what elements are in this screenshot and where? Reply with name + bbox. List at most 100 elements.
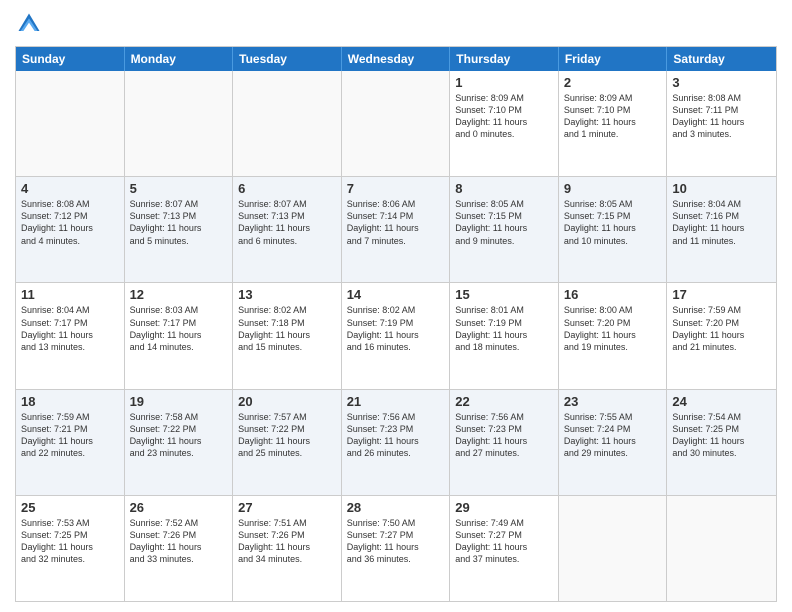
calendar-cell: 4Sunrise: 8:08 AM Sunset: 7:12 PM Daylig…	[16, 177, 125, 282]
day-number: 3	[672, 75, 771, 90]
cell-info: Sunrise: 7:53 AM Sunset: 7:25 PM Dayligh…	[21, 517, 119, 566]
calendar-row: 1 Sunrise: 8:09 AM Sunset: 7:10 PM Daylig…	[16, 71, 776, 177]
calendar-cell: 19 Sunrise: 7:58 AM Sunset: 7:22 PM Dayli…	[125, 390, 234, 495]
weekday-header: Saturday	[667, 47, 776, 71]
calendar-cell: 20Sunrise: 7:57 AM Sunset: 7:22 PM Dayli…	[233, 390, 342, 495]
cell-info: Sunrise: 8:09 AM Sunset: 7:10 PM Dayligh…	[564, 92, 662, 141]
weekday-header: Sunday	[16, 47, 125, 71]
cell-info: Sunrise: 7:52 AM Sunset: 7:26 PM Dayligh…	[130, 517, 228, 566]
cell-info: Sunrise: 8:08 AM Sunset: 7:11 PM Dayligh…	[672, 92, 771, 141]
day-number: 1	[455, 75, 553, 90]
calendar-cell: 26 Sunrise: 7:52 AM Sunset: 7:26 PM Dayli…	[125, 496, 234, 601]
day-number: 25	[21, 500, 119, 515]
calendar-cell: 10 Sunrise: 8:04 AM Sunset: 7:16 PM Dayli…	[667, 177, 776, 282]
calendar-body: 1 Sunrise: 8:09 AM Sunset: 7:10 PM Daylig…	[16, 71, 776, 601]
calendar-cell	[125, 71, 234, 176]
logo	[15, 10, 47, 38]
day-number: 6	[238, 181, 336, 196]
cell-info: Sunrise: 7:57 AM Sunset: 7:22 PM Dayligh…	[238, 411, 336, 460]
calendar-cell: 11 Sunrise: 8:04 AM Sunset: 7:17 PM Dayli…	[16, 283, 125, 388]
day-number: 7	[347, 181, 445, 196]
cell-info: Sunrise: 8:05 AM Sunset: 7:15 PM Dayligh…	[564, 198, 662, 247]
calendar-cell: 13 Sunrise: 8:02 AM Sunset: 7:18 PM Dayli…	[233, 283, 342, 388]
calendar-cell: 18Sunrise: 7:59 AM Sunset: 7:21 PM Dayli…	[16, 390, 125, 495]
cell-info: Sunrise: 7:59 AM Sunset: 7:20 PM Dayligh…	[672, 304, 771, 353]
calendar-cell	[16, 71, 125, 176]
weekday-header: Thursday	[450, 47, 559, 71]
day-number: 2	[564, 75, 662, 90]
day-number: 29	[455, 500, 553, 515]
day-number: 26	[130, 500, 228, 515]
day-number: 28	[347, 500, 445, 515]
cell-info: Sunrise: 8:05 AM Sunset: 7:15 PM Dayligh…	[455, 198, 553, 247]
calendar-cell: 27 Sunrise: 7:51 AM Sunset: 7:26 PM Dayli…	[233, 496, 342, 601]
day-number: 16	[564, 287, 662, 302]
cell-info: Sunrise: 7:56 AM Sunset: 7:23 PM Dayligh…	[347, 411, 445, 460]
cell-info: Sunrise: 8:06 AM Sunset: 7:14 PM Dayligh…	[347, 198, 445, 247]
calendar-cell: 1 Sunrise: 8:09 AM Sunset: 7:10 PM Daylig…	[450, 71, 559, 176]
calendar-row: 18Sunrise: 7:59 AM Sunset: 7:21 PM Dayli…	[16, 390, 776, 496]
weekday-header: Tuesday	[233, 47, 342, 71]
cell-info: Sunrise: 8:08 AM Sunset: 7:12 PM Dayligh…	[21, 198, 119, 247]
cell-info: Sunrise: 7:58 AM Sunset: 7:22 PM Dayligh…	[130, 411, 228, 460]
cell-info: Sunrise: 8:04 AM Sunset: 7:16 PM Dayligh…	[672, 198, 771, 247]
weekday-header: Friday	[559, 47, 668, 71]
day-number: 5	[130, 181, 228, 196]
calendar-cell: 24 Sunrise: 7:54 AM Sunset: 7:25 PM Dayli…	[667, 390, 776, 495]
day-number: 17	[672, 287, 771, 302]
page: SundayMondayTuesdayWednesdayThursdayFrid…	[0, 0, 792, 612]
day-number: 11	[21, 287, 119, 302]
calendar-cell: 22Sunrise: 7:56 AM Sunset: 7:23 PM Dayli…	[450, 390, 559, 495]
calendar-cell: 12 Sunrise: 8:03 AM Sunset: 7:17 PM Dayli…	[125, 283, 234, 388]
calendar-cell	[233, 71, 342, 176]
calendar-row: 11 Sunrise: 8:04 AM Sunset: 7:17 PM Dayli…	[16, 283, 776, 389]
cell-info: Sunrise: 7:51 AM Sunset: 7:26 PM Dayligh…	[238, 517, 336, 566]
day-number: 15	[455, 287, 553, 302]
cell-info: Sunrise: 8:00 AM Sunset: 7:20 PM Dayligh…	[564, 304, 662, 353]
cell-info: Sunrise: 8:04 AM Sunset: 7:17 PM Dayligh…	[21, 304, 119, 353]
calendar-cell: 14 Sunrise: 8:02 AM Sunset: 7:19 PM Dayli…	[342, 283, 451, 388]
calendar-cell	[342, 71, 451, 176]
weekday-header: Monday	[125, 47, 234, 71]
logo-icon	[15, 10, 43, 38]
calendar-cell: 25 Sunrise: 7:53 AM Sunset: 7:25 PM Dayli…	[16, 496, 125, 601]
calendar-cell: 16 Sunrise: 8:00 AM Sunset: 7:20 PM Dayli…	[559, 283, 668, 388]
day-number: 21	[347, 394, 445, 409]
calendar-header: SundayMondayTuesdayWednesdayThursdayFrid…	[16, 47, 776, 71]
cell-info: Sunrise: 8:02 AM Sunset: 7:18 PM Dayligh…	[238, 304, 336, 353]
day-number: 23	[564, 394, 662, 409]
day-number: 12	[130, 287, 228, 302]
cell-info: Sunrise: 8:02 AM Sunset: 7:19 PM Dayligh…	[347, 304, 445, 353]
day-number: 13	[238, 287, 336, 302]
cell-info: Sunrise: 7:50 AM Sunset: 7:27 PM Dayligh…	[347, 517, 445, 566]
day-number: 10	[672, 181, 771, 196]
calendar-cell: 7 Sunrise: 8:06 AM Sunset: 7:14 PM Daylig…	[342, 177, 451, 282]
calendar-cell: 3 Sunrise: 8:08 AM Sunset: 7:11 PM Daylig…	[667, 71, 776, 176]
day-number: 14	[347, 287, 445, 302]
day-number: 8	[455, 181, 553, 196]
day-number: 9	[564, 181, 662, 196]
calendar-cell: 15 Sunrise: 8:01 AM Sunset: 7:19 PM Dayli…	[450, 283, 559, 388]
calendar-row: 4Sunrise: 8:08 AM Sunset: 7:12 PM Daylig…	[16, 177, 776, 283]
cell-info: Sunrise: 8:07 AM Sunset: 7:13 PM Dayligh…	[238, 198, 336, 247]
cell-info: Sunrise: 8:07 AM Sunset: 7:13 PM Dayligh…	[130, 198, 228, 247]
calendar-row: 25 Sunrise: 7:53 AM Sunset: 7:25 PM Dayli…	[16, 496, 776, 601]
calendar-cell: 29 Sunrise: 7:49 AM Sunset: 7:27 PM Dayli…	[450, 496, 559, 601]
cell-info: Sunrise: 7:55 AM Sunset: 7:24 PM Dayligh…	[564, 411, 662, 460]
calendar-cell: 5 Sunrise: 8:07 AM Sunset: 7:13 PM Daylig…	[125, 177, 234, 282]
day-number: 27	[238, 500, 336, 515]
cell-info: Sunrise: 7:49 AM Sunset: 7:27 PM Dayligh…	[455, 517, 553, 566]
day-number: 24	[672, 394, 771, 409]
cell-info: Sunrise: 7:56 AM Sunset: 7:23 PM Dayligh…	[455, 411, 553, 460]
header	[15, 10, 777, 38]
day-number: 19	[130, 394, 228, 409]
cell-info: Sunrise: 8:09 AM Sunset: 7:10 PM Dayligh…	[455, 92, 553, 141]
calendar: SundayMondayTuesdayWednesdayThursdayFrid…	[15, 46, 777, 602]
calendar-cell	[559, 496, 668, 601]
cell-info: Sunrise: 8:03 AM Sunset: 7:17 PM Dayligh…	[130, 304, 228, 353]
calendar-cell: 9 Sunrise: 8:05 AM Sunset: 7:15 PM Daylig…	[559, 177, 668, 282]
calendar-cell	[667, 496, 776, 601]
cell-info: Sunrise: 7:54 AM Sunset: 7:25 PM Dayligh…	[672, 411, 771, 460]
day-number: 18	[21, 394, 119, 409]
cell-info: Sunrise: 8:01 AM Sunset: 7:19 PM Dayligh…	[455, 304, 553, 353]
